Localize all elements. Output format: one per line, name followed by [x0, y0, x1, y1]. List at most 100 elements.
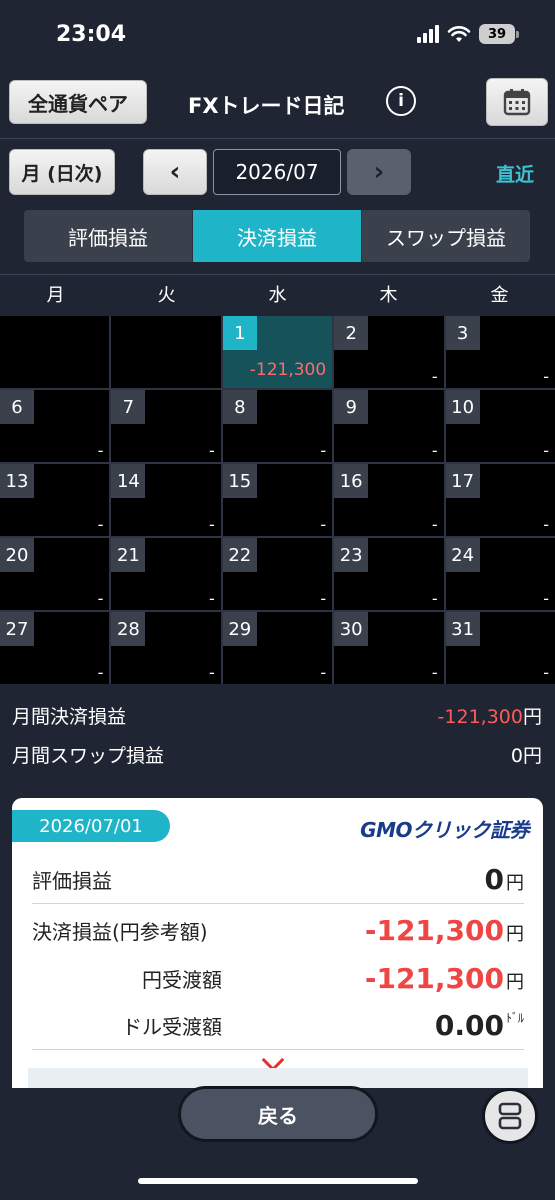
calendar-day-cell[interactable]: 15 -	[222, 464, 333, 536]
battery-icon: 39	[479, 24, 519, 44]
weekday-mon: 月	[46, 285, 65, 306]
day-number: 23	[334, 538, 369, 572]
calendar-day-cell[interactable]: 22 -	[222, 538, 333, 610]
detail-unit: 円	[506, 923, 524, 945]
monthly-swap-label: 月間スワップ損益	[12, 745, 165, 767]
weekday-fri: 金	[490, 285, 509, 306]
day-number: 22	[222, 538, 257, 572]
day-number: 14	[111, 464, 146, 498]
day-pnl-value: -	[320, 515, 327, 534]
month-display[interactable]: 2026/07	[213, 149, 341, 195]
monthly-settled-unit: 円	[522, 706, 542, 728]
detail-value: 0	[484, 863, 504, 896]
detail-unit: 円	[506, 873, 524, 894]
calendar-day-cell[interactable]: 3-	[445, 316, 555, 388]
monthly-summary: 月間決済損益 -121,300円 月間スワップ損益 0円	[0, 686, 555, 786]
day-pnl-value: -	[431, 367, 438, 386]
calendar-day-cell[interactable]: 8-	[222, 390, 333, 462]
day-pnl-value: -	[431, 515, 438, 534]
currency-pair-button[interactable]: 全通貨ペア	[9, 80, 147, 124]
calendar-day-cell[interactable]: 13 -	[0, 464, 110, 536]
month-navigation: 月 (日次) ‹ 2026/07 › 直近	[0, 138, 555, 204]
chevron-left-icon: ‹	[169, 157, 181, 187]
day-pnl-value: -	[431, 589, 438, 608]
home-indicator	[138, 1178, 418, 1184]
detail-label: 評価損益	[32, 869, 112, 893]
weekday-wed: 水	[268, 285, 287, 306]
calendar-day-cell[interactable]: 27 -	[0, 612, 110, 684]
calendar-button[interactable]	[486, 78, 548, 126]
page-title: FXトレード日記	[188, 94, 345, 118]
day-pnl-value: -	[431, 663, 438, 682]
day-pnl-value: -	[320, 589, 327, 608]
daily-detail-card: 2026/07/01 GMOクリック証券 評価損益 0円 決済損益(円参考額) …	[12, 798, 543, 1088]
calendar-day-cell[interactable]: 24 -	[445, 538, 555, 610]
calendar-day-cell[interactable]: 2-	[334, 316, 444, 388]
day-pnl-value: -	[209, 441, 215, 460]
detail-label: 決済損益(円参考額)	[32, 919, 208, 944]
menu-fab-button[interactable]	[482, 1088, 538, 1144]
prev-month-button[interactable]: ‹	[143, 149, 207, 195]
detail-unit: 円	[506, 971, 524, 993]
info-icon[interactable]: i	[386, 86, 416, 116]
next-month-button[interactable]: ›	[347, 149, 411, 195]
tab-unrealized[interactable]: 評価損益	[24, 210, 193, 262]
detail-row-unrealized: 評価損益 0円	[32, 856, 524, 904]
weekday-tue: 火	[157, 285, 176, 306]
detail-value: -121,300	[364, 961, 504, 995]
calendar-day-cell[interactable]: 21 -	[111, 538, 221, 610]
day-pnl-value: -	[209, 589, 215, 608]
day-number: 9	[334, 390, 369, 424]
calendar-day-cell[interactable]: 31 -	[445, 612, 555, 684]
calendar-day-cell[interactable]: 23 -	[334, 538, 444, 610]
calendar-day-cell[interactable]: 7-	[111, 390, 221, 462]
detail-label: 円受渡額	[142, 967, 222, 992]
calendar-icon	[503, 89, 531, 116]
calendar-day-cell[interactable]: 1 -121,300	[222, 316, 333, 388]
calendar-day-cell[interactable]: 20 -	[0, 538, 110, 610]
chevron-right-icon: ›	[373, 157, 385, 187]
day-number: 21	[111, 538, 146, 572]
monthly-settled-value: -121,300	[437, 706, 523, 728]
detail-label: ドル受渡額	[122, 1015, 222, 1039]
day-pnl-value: -	[543, 515, 549, 534]
monthly-settled-row: 月間決済損益 -121,300円	[12, 702, 542, 729]
day-pnl-value: -	[320, 663, 327, 682]
status-time: 23:04	[56, 22, 127, 47]
calendar-day-cell[interactable]: 17 -	[445, 464, 555, 536]
calendar-day-cell[interactable]: 9-	[334, 390, 444, 462]
tab-settled[interactable]: 決済損益	[193, 210, 362, 262]
day-pnl-value: -	[543, 589, 549, 608]
detail-date: 2026/07/01	[12, 810, 170, 842]
day-pnl-value: -	[543, 441, 549, 460]
app-header: 全通貨ペア FXトレード日記 i	[0, 72, 555, 136]
tab-swap[interactable]: スワップ損益	[362, 210, 530, 262]
calendar-day-cell[interactable]: 10 -	[445, 390, 555, 462]
calendar-day-cell[interactable]: 28 -	[111, 612, 221, 684]
day-number: 20	[0, 538, 34, 572]
day-number: 3	[445, 316, 480, 350]
day-number: 27	[0, 612, 34, 646]
status-bar: 23:04 39	[0, 0, 555, 72]
day-pnl-value: -	[543, 367, 549, 386]
recent-link[interactable]: 直近	[496, 160, 534, 187]
day-number: 29	[222, 612, 257, 646]
back-button[interactable]: 戻る	[178, 1086, 378, 1142]
day-pnl-value: -	[97, 441, 104, 460]
day-pnl-value: -	[320, 441, 327, 460]
list-icon	[498, 1102, 522, 1130]
day-pnl-value: -	[97, 663, 104, 682]
calendar-day-cell[interactable]: 6-	[0, 390, 110, 462]
calendar-day-cell[interactable]: 16 -	[334, 464, 444, 536]
weekday-header: 月 火 水 木 金	[0, 274, 555, 316]
wifi-icon	[447, 26, 471, 42]
day-number: 2	[334, 316, 369, 350]
calendar-day-cell[interactable]: 29 -	[222, 612, 333, 684]
view-mode-button[interactable]: 月 (日次)	[9, 149, 115, 195]
day-number: 17	[445, 464, 480, 498]
calendar-day-cell[interactable]: 14 -	[111, 464, 221, 536]
calendar-day-cell[interactable]: 30 -	[334, 612, 444, 684]
pnl-type-tabs: 評価損益 決済損益 スワップ損益	[24, 210, 530, 262]
day-number: 15	[222, 464, 257, 498]
calendar-grid: 1 -121,300 2-3-6-7-8-9-10-13-14-15-16-17-2…	[0, 316, 555, 684]
